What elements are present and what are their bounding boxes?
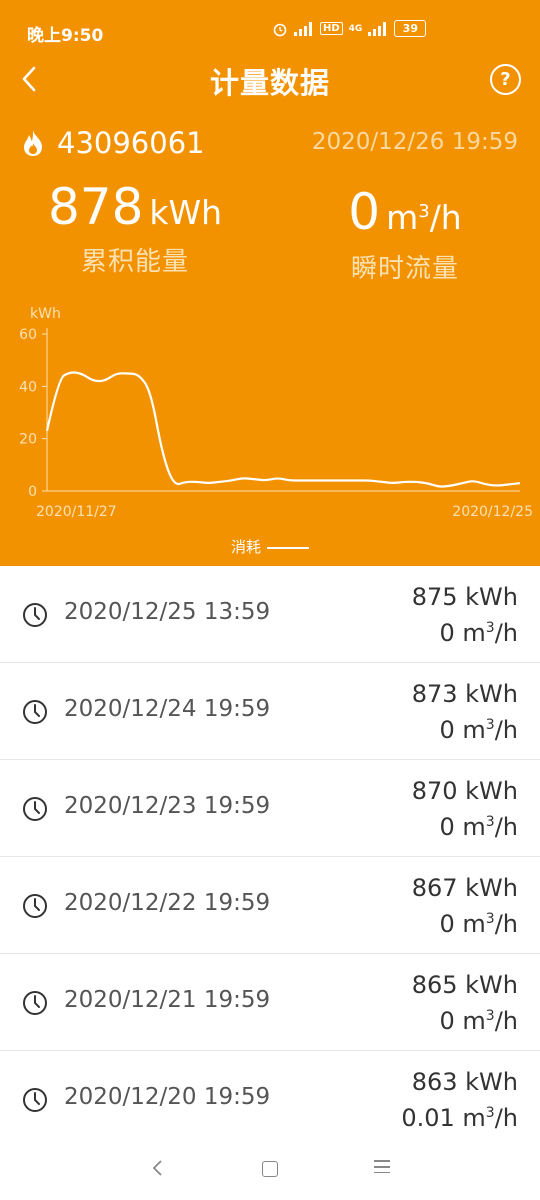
status-icons: HD 4G 39 <box>272 20 427 37</box>
energy-unit: kWh <box>149 193 223 232</box>
record-list: 2020/12/25 13:59 875 kWh 0 m3/h 2020/12/24 … <box>0 566 540 1136</box>
app-header: 计量数据 ? <box>0 60 540 102</box>
energy-value-line: 878 kWh <box>30 180 240 235</box>
list-item[interactable]: 2020/12/20 19:59 863 kWh 0.01 m3/h <box>0 1051 540 1136</box>
legend-line <box>267 546 309 549</box>
y-axis-label: kWh <box>30 306 61 322</box>
record-flow: 0 m3/h <box>439 716 519 744</box>
y-tick-label: 0 <box>28 484 37 500</box>
record-time: 2020/12/20 19:59 <box>64 1084 271 1110</box>
list-item[interactable]: 2020/12/22 19:59 867 kWh 0 m3/h <box>0 857 540 954</box>
y-tick-label: 20 <box>19 432 37 448</box>
record-energy: 863 kWh <box>411 1068 518 1096</box>
record-time: 2020/12/21 19:59 <box>64 987 271 1013</box>
list-item[interactable]: 2020/12/23 19:59 870 kWh 0 m3/h <box>0 760 540 857</box>
flow-label: 瞬时流量 <box>350 254 459 284</box>
clock-icon <box>23 603 47 627</box>
energy-value: 878 <box>47 178 144 236</box>
record-energy: 875 kWh <box>411 583 518 611</box>
record-time: 2020/12/23 19:59 <box>64 793 271 819</box>
status-time: 晚上9:50 <box>27 26 104 46</box>
record-flow: 0 m3/h <box>439 813 519 841</box>
flow-metric: 0 m3/h 瞬时流量 <box>305 185 505 285</box>
record-time: 2020/12/25 13:59 <box>64 599 271 625</box>
x-end-label: 2020/12/25 <box>452 504 533 520</box>
help-circle-icon[interactable]: ? <box>490 64 521 95</box>
x-start-label: 2020/11/27 <box>36 504 117 520</box>
clock-icon <box>23 1088 47 1112</box>
clock-icon <box>23 797 47 821</box>
clock-icon <box>23 991 47 1015</box>
record-flow: 0 m3/h <box>439 910 519 938</box>
record-flow: 0.01 m3/h <box>401 1104 518 1132</box>
y-tick-label: 40 <box>19 379 37 395</box>
list-item[interactable]: 2020/12/24 19:59 873 kWh 0 m3/h <box>0 663 540 760</box>
record-energy: 867 kWh <box>411 874 518 902</box>
consumption-chart: kWh 60 40 20 0 2020/11/27 2020/12/25 <box>19 306 533 520</box>
signal-icon-2 <box>368 21 387 36</box>
chart-legend: 消耗 <box>0 536 540 557</box>
flow-value: 0 <box>348 183 381 241</box>
device-timestamp: 2020/12/26 19:59 <box>311 129 518 155</box>
alarm-icon <box>273 23 287 36</box>
flow-value-line: 0 m3/h <box>305 185 505 240</box>
page-title: 计量数据 <box>209 66 330 100</box>
system-nav-bar <box>0 1136 540 1200</box>
flame-icon <box>24 130 42 156</box>
record-energy: 865 kWh <box>411 971 518 999</box>
y-tick-label: 60 <box>19 327 37 343</box>
nav-home-icon[interactable] <box>262 1161 278 1177</box>
energy-metric: 878 kWh 累积能量 <box>30 180 240 278</box>
hd-badge: HD <box>320 22 343 35</box>
list-item[interactable]: 2020/12/25 13:59 875 kWh 0 m3/h <box>0 566 540 663</box>
battery-icon: 39 <box>394 20 427 37</box>
device-id: 43096061 <box>57 126 205 160</box>
status-bar: 晚上9:50 HD 4G 39 <box>0 0 540 62</box>
flow-unit: m3/h <box>386 198 462 237</box>
record-energy: 873 kWh <box>411 680 518 708</box>
clock-icon <box>23 894 47 918</box>
device-row: 43096061 2020/12/26 19:59 <box>0 124 540 164</box>
legend-label: 消耗 <box>230 538 261 556</box>
nav-back-icon[interactable] <box>150 1158 164 1178</box>
record-energy: 870 kWh <box>411 777 518 805</box>
network-type: 4G <box>348 23 363 34</box>
series-line-消耗 <box>45 371 521 488</box>
record-time: 2020/12/22 19:59 <box>64 890 271 916</box>
clock-icon <box>23 700 47 724</box>
energy-label: 累积能量 <box>80 247 189 277</box>
nav-menu-icon[interactable] <box>374 1160 390 1177</box>
list-item[interactable]: 2020/12/21 19:59 865 kWh 0 m3/h <box>0 954 540 1051</box>
record-flow: 0 m3/h <box>439 1007 519 1035</box>
header-panel: 晚上9:50 HD 4G 39 计量数据 ? 43096061 2020/12/… <box>0 0 540 566</box>
signal-icon <box>294 21 312 36</box>
record-time: 2020/12/24 19:59 <box>64 696 271 722</box>
record-flow: 0 m3/h <box>439 619 519 647</box>
